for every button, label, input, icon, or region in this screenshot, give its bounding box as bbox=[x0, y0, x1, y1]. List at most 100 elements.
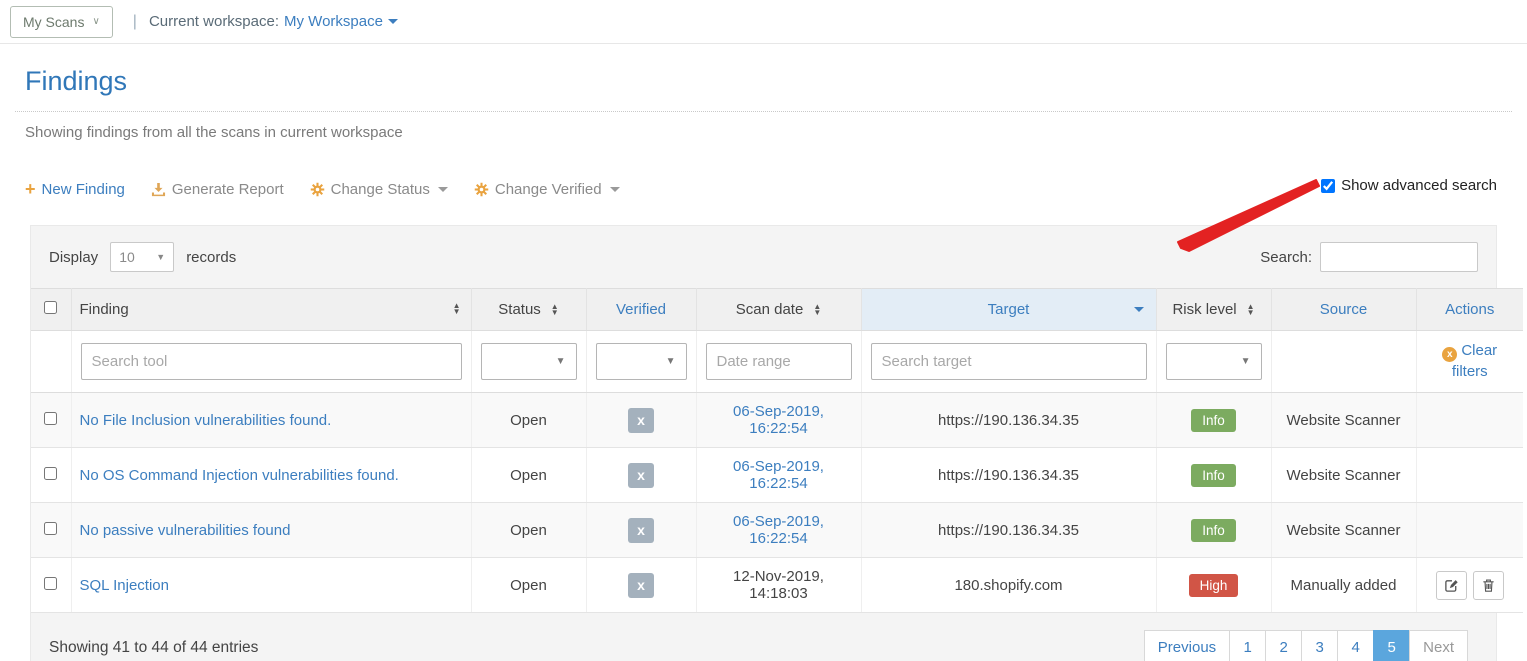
status-text: Open bbox=[510, 467, 547, 484]
table-row: No passive vulnerabilities found Open x … bbox=[31, 503, 1523, 558]
status-cell: Open bbox=[471, 393, 586, 448]
scan-date-link[interactable]: 06-Sep-2019, 16:22:54 bbox=[733, 403, 824, 437]
sort-icon[interactable]: ▲▼ bbox=[813, 304, 821, 316]
target-cell: 180.shopify.com bbox=[861, 558, 1156, 613]
actions-header-label: Actions bbox=[1445, 301, 1494, 318]
status-text: Open bbox=[510, 522, 547, 539]
target-text: 180.shopify.com bbox=[954, 577, 1062, 594]
status-header-label: Status bbox=[498, 301, 541, 318]
page-button-next[interactable]: Next bbox=[1409, 630, 1468, 661]
row-select-cell bbox=[31, 448, 71, 503]
advanced-search-label: Show advanced search bbox=[1341, 177, 1497, 194]
sort-icon[interactable]: ▲▼ bbox=[453, 303, 461, 315]
date-range-filter-input[interactable] bbox=[706, 343, 852, 380]
verified-cell: x bbox=[586, 558, 696, 613]
my-scans-label: My Scans bbox=[23, 14, 84, 30]
finding-cell: No File Inclusion vulnerabilities found. bbox=[71, 393, 471, 448]
column-header-target[interactable]: Target bbox=[861, 289, 1156, 331]
verified-filter-select[interactable]: ▼ bbox=[596, 343, 687, 380]
finding-link[interactable]: No File Inclusion vulnerabilities found. bbox=[80, 412, 332, 429]
clear-filters-icon: x bbox=[1442, 347, 1457, 362]
column-header-status[interactable]: Status ▲▼ bbox=[471, 289, 586, 331]
workspace-name: My Workspace bbox=[284, 13, 383, 30]
column-header-scan-date[interactable]: Scan date ▲▼ bbox=[696, 289, 861, 331]
verified-toggle-badge[interactable]: x bbox=[628, 408, 654, 433]
finding-filter-input[interactable] bbox=[81, 343, 462, 380]
scan-date-cell: 12-Nov-2019, 14:18:03 bbox=[696, 558, 861, 613]
page-button-previous[interactable]: Previous bbox=[1144, 630, 1230, 661]
new-finding-button[interactable]: + New Finding bbox=[25, 181, 125, 198]
page-length-select[interactable]: 10 ▼ bbox=[110, 242, 174, 272]
sort-icon[interactable]: ▲▼ bbox=[551, 304, 559, 316]
page-button-5[interactable]: 5 bbox=[1373, 630, 1410, 661]
sort-desc-icon[interactable] bbox=[1134, 307, 1144, 312]
my-scans-dropdown[interactable]: My Scans ∨ bbox=[10, 6, 113, 38]
target-filter-input[interactable] bbox=[871, 343, 1147, 380]
caret-down-icon: ▼ bbox=[556, 356, 566, 367]
source-text: Website Scanner bbox=[1287, 467, 1401, 484]
delete-finding-button[interactable] bbox=[1473, 571, 1504, 600]
scan-date-link[interactable]: 06-Sep-2019, 16:22:54 bbox=[733, 513, 824, 547]
table-footer: Showing 41 to 44 of 44 entries Previous1… bbox=[31, 613, 1496, 661]
trash-icon bbox=[1481, 578, 1496, 593]
plus-icon: + bbox=[25, 182, 36, 196]
column-header-source[interactable]: Source bbox=[1271, 289, 1416, 331]
show-advanced-search-toggle[interactable]: Show advanced search bbox=[1321, 177, 1497, 194]
status-filter-select[interactable]: ▼ bbox=[481, 343, 577, 380]
table-search-input[interactable] bbox=[1320, 242, 1478, 272]
finding-link[interactable]: SQL Injection bbox=[80, 577, 170, 594]
source-cell: Manually added bbox=[1271, 558, 1416, 613]
workspace-selector[interactable]: My Workspace bbox=[284, 13, 398, 30]
table-row: SQL Injection Open x 12-Nov-2019, 14:18:… bbox=[31, 558, 1523, 613]
scan-date-cell: 06-Sep-2019, 16:22:54 bbox=[696, 503, 861, 558]
source-text: Website Scanner bbox=[1287, 412, 1401, 429]
change-verified-button[interactable]: Change Verified bbox=[474, 181, 620, 198]
page-button-4[interactable]: 4 bbox=[1337, 630, 1374, 661]
column-header-verified[interactable]: Verified bbox=[586, 289, 696, 331]
verified-toggle-badge[interactable]: x bbox=[628, 518, 654, 543]
finding-link[interactable]: No OS Command Injection vulnerabilities … bbox=[80, 467, 399, 484]
risk-level-filter-select[interactable]: ▼ bbox=[1166, 343, 1262, 380]
target-text: https://190.136.34.35 bbox=[938, 467, 1079, 484]
page-button-3[interactable]: 3 bbox=[1301, 630, 1338, 661]
clear-filters-button[interactable]: xClear filters bbox=[1432, 341, 1508, 382]
row-checkbox[interactable] bbox=[44, 467, 57, 480]
caret-down-icon: ▼ bbox=[156, 252, 165, 262]
findings-toolbar: + New Finding Generate Report Chan bbox=[25, 177, 1502, 201]
actions-cell bbox=[1416, 558, 1523, 613]
row-checkbox[interactable] bbox=[44, 412, 57, 425]
findings-tbody: No File Inclusion vulnerabilities found.… bbox=[31, 393, 1523, 613]
risk-level-cell: Info bbox=[1156, 503, 1271, 558]
display-label: Display bbox=[49, 249, 98, 266]
page-button-2[interactable]: 2 bbox=[1265, 630, 1302, 661]
verified-toggle-badge[interactable]: x bbox=[628, 573, 654, 598]
finding-link[interactable]: No passive vulnerabilities found bbox=[80, 522, 291, 539]
scan-date-link[interactable]: 12-Nov-2019, 14:18:03 bbox=[733, 568, 824, 602]
records-label: records bbox=[186, 249, 236, 266]
risk-level-header-label: Risk level bbox=[1172, 301, 1236, 318]
risk-badge: High bbox=[1189, 574, 1239, 597]
select-all-checkbox[interactable] bbox=[44, 301, 57, 314]
status-text: Open bbox=[510, 412, 547, 429]
clear-filters-label: Clear filters bbox=[1452, 342, 1497, 380]
row-checkbox[interactable] bbox=[44, 522, 57, 535]
source-text: Website Scanner bbox=[1287, 522, 1401, 539]
target-text: https://190.136.34.35 bbox=[938, 412, 1079, 429]
page-button-1[interactable]: 1 bbox=[1229, 630, 1266, 661]
row-checkbox[interactable] bbox=[44, 577, 57, 590]
finding-cell: No OS Command Injection vulnerabilities … bbox=[71, 448, 471, 503]
search-label: Search: bbox=[1260, 249, 1312, 266]
generate-report-button[interactable]: Generate Report bbox=[151, 181, 284, 198]
scan-date-link[interactable]: 06-Sep-2019, 16:22:54 bbox=[733, 458, 824, 492]
sort-icon[interactable]: ▲▼ bbox=[1247, 304, 1255, 316]
column-header-risk-level[interactable]: Risk level ▲▼ bbox=[1156, 289, 1271, 331]
verified-toggle-badge[interactable]: x bbox=[628, 463, 654, 488]
edit-finding-button[interactable] bbox=[1436, 571, 1467, 600]
change-status-button[interactable]: Change Status bbox=[310, 181, 448, 198]
column-header-finding[interactable]: Finding ▲▼ bbox=[71, 289, 471, 331]
page-title: Findings bbox=[25, 66, 1502, 97]
table-header-row: Finding ▲▼ Status ▲▼ Verified Scan date … bbox=[31, 289, 1523, 331]
gear-icon bbox=[474, 182, 489, 197]
advanced-search-checkbox[interactable] bbox=[1321, 179, 1335, 193]
scan-date-cell: 06-Sep-2019, 16:22:54 bbox=[696, 448, 861, 503]
